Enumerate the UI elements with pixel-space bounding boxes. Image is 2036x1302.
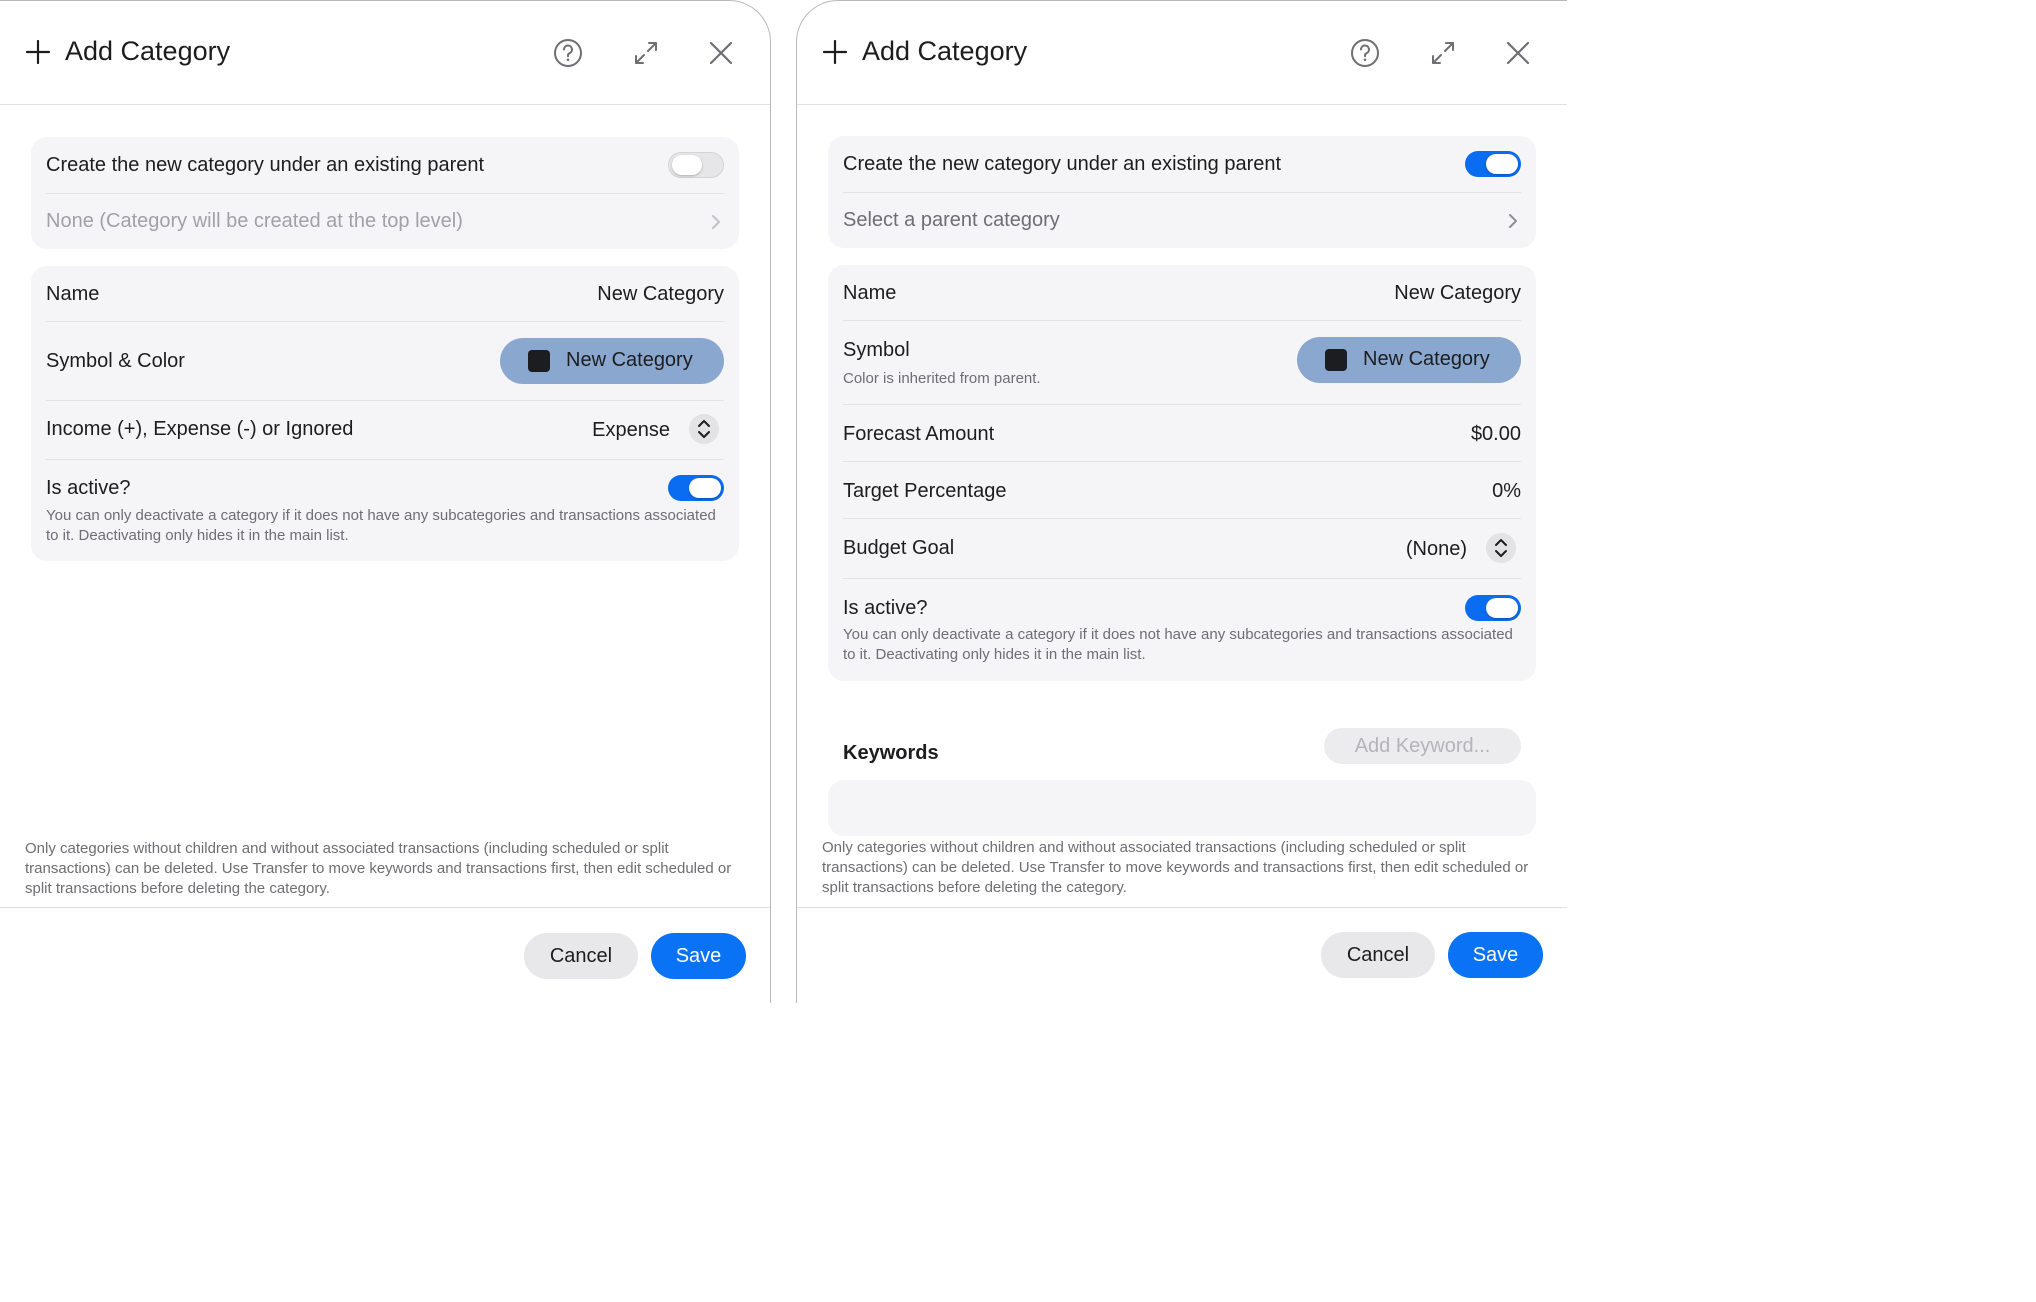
close-icon[interactable] xyxy=(1503,38,1533,68)
symbol-button[interactable]: New Category xyxy=(1297,337,1521,383)
save-button[interactable]: Save xyxy=(1448,932,1543,978)
name-label: Name xyxy=(46,283,100,305)
parent-toggle[interactable] xyxy=(668,152,724,178)
forecast-row: Forecast Amount $0.00 xyxy=(843,405,1521,462)
sheet-header: Add Category xyxy=(0,1,770,105)
parent-toggle[interactable] xyxy=(1465,151,1521,177)
active-toggle[interactable] xyxy=(668,475,724,501)
symbol-color-label: Symbol & Color xyxy=(46,350,185,372)
name-field[interactable]: New Category xyxy=(597,283,724,306)
target-label: Target Percentage xyxy=(843,480,1007,502)
symbol-color-row: Symbol & Color New Category xyxy=(46,322,724,401)
parent-toggle-row: Create the new category under an existin… xyxy=(46,137,724,194)
cancel-button[interactable]: Cancel xyxy=(1321,932,1435,978)
expand-icon[interactable] xyxy=(1428,38,1458,68)
chevron-right-icon xyxy=(1509,214,1517,228)
symbol-swatch xyxy=(528,350,550,372)
add-category-sheet-with-parent: Add Category Create the new category und… xyxy=(796,0,1567,1003)
parent-select-row[interactable]: None (Category will be created at the to… xyxy=(46,194,724,249)
sheet-title: Add Category xyxy=(65,36,231,66)
budget-goal-label: Budget Goal xyxy=(843,537,955,559)
keywords-heading: Keywords xyxy=(843,742,939,764)
symbol-swatch xyxy=(1325,349,1347,371)
close-icon[interactable] xyxy=(706,38,736,68)
footer-divider xyxy=(797,907,1567,908)
forecast-label: Forecast Amount xyxy=(843,423,995,445)
delete-footnote: Only categories without children and wit… xyxy=(822,838,1542,898)
forecast-field[interactable]: $0.00 xyxy=(1471,423,1521,446)
target-row: Target Percentage 0% xyxy=(843,462,1521,519)
budget-goal-row: Budget Goal (None) xyxy=(843,519,1521,579)
footer-divider xyxy=(0,907,770,908)
parent-toggle-label: Create the new category under an existin… xyxy=(46,154,485,176)
sheet-title: Add Category xyxy=(862,36,1028,66)
parent-group: Create the new category under an existin… xyxy=(828,136,1536,248)
name-field[interactable]: New Category xyxy=(1394,282,1521,305)
symbol-button-label: New Category xyxy=(566,349,693,371)
active-label: Is active? xyxy=(843,597,928,619)
sheet-header: Add Category xyxy=(797,1,1567,105)
up-down-chevron-icon[interactable] xyxy=(689,414,719,444)
active-help: You can only deactivate a category if it… xyxy=(843,626,1513,663)
symbol-row: Symbol Color is inherited from parent. N… xyxy=(843,321,1521,405)
up-down-chevron-icon[interactable] xyxy=(1486,533,1516,563)
delete-footnote: Only categories without children and wit… xyxy=(25,840,732,897)
parent-select-row[interactable]: Select a parent category xyxy=(843,193,1521,248)
type-value[interactable]: Expense xyxy=(592,419,670,442)
parent-value: None (Category will be created at the to… xyxy=(46,210,463,232)
target-field[interactable]: 0% xyxy=(1492,480,1521,503)
add-keyword-button[interactable]: Add Keyword... xyxy=(1324,728,1521,764)
symbol-label: Symbol xyxy=(843,339,910,361)
parent-toggle-label: Create the new category under an existin… xyxy=(843,153,1282,175)
details-group: Name New Category Symbol & Color New Cat… xyxy=(31,266,739,561)
active-label: Is active? xyxy=(46,477,131,499)
type-row: Income (+), Expense (-) or Ignored Expen… xyxy=(46,401,724,460)
expand-icon[interactable] xyxy=(631,38,661,68)
save-button[interactable]: Save xyxy=(651,933,746,979)
symbol-button-label: New Category xyxy=(1363,348,1490,370)
name-row: Name New Category xyxy=(843,265,1521,321)
type-label: Income (+), Expense (-) or Ignored xyxy=(46,418,354,440)
name-label: Name xyxy=(843,282,897,304)
help-icon[interactable] xyxy=(1350,38,1380,68)
plus-icon xyxy=(26,40,50,64)
parent-group: Create the new category under an existin… xyxy=(31,137,739,249)
active-row: Is active? You can only deactivate a cat… xyxy=(843,579,1521,681)
parent-toggle-row: Create the new category under an existin… xyxy=(843,136,1521,193)
parent-value: Select a parent category xyxy=(843,209,1060,231)
name-row: Name New Category xyxy=(46,266,724,322)
details-group: Name New Category Symbol Color is inheri… xyxy=(828,265,1536,681)
symbol-help: Color is inherited from parent. xyxy=(843,370,1041,387)
help-icon[interactable] xyxy=(553,38,583,68)
budget-goal-value[interactable]: (None) xyxy=(1406,538,1467,561)
active-row: Is active? You can only deactivate a cat… xyxy=(46,460,724,560)
active-toggle[interactable] xyxy=(1465,595,1521,621)
plus-icon xyxy=(823,40,847,64)
chevron-right-icon xyxy=(712,215,720,229)
keywords-list xyxy=(828,780,1536,836)
active-help: You can only deactivate a category if it… xyxy=(46,507,716,544)
symbol-color-button[interactable]: New Category xyxy=(500,338,724,384)
add-category-sheet-top-level: Add Category Create the new category und… xyxy=(0,0,771,1003)
cancel-button[interactable]: Cancel xyxy=(524,933,638,979)
